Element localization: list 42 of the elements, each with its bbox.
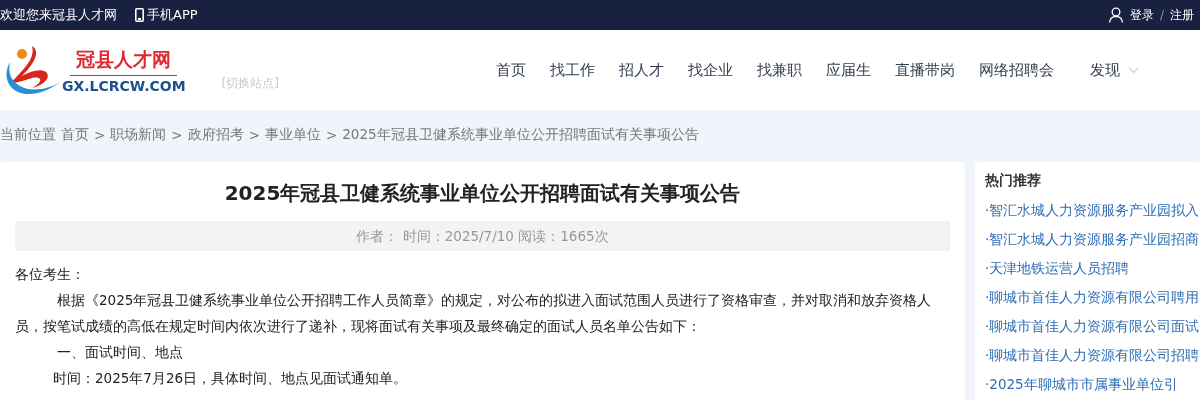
article-paragraph: 各位考生： [15,265,86,284]
breadcrumb-link[interactable]: 职场新闻 [110,126,167,144]
nav-item[interactable]: 找兼职 [745,60,814,80]
nav-item[interactable]: 找工作 [538,60,607,80]
mobile-app-link[interactable]: 手机APP [135,6,198,24]
article-title: 2025年冠县卫健系统事业单位公开招聘面试有关事项公告 [223,180,742,207]
breadcrumb-separator: > [94,127,106,143]
article-paragraph: 根据《2025年冠县卫健系统事业单位公开招聘工作人员简章》的规定，对公布的拟进入面试范围人员进行了资格审查，并对取消和放弃资格人员，按笔试成绩的高低在规定时间内依次进行了递补，现将面试有关事项及最终确定的面试人员名单公告如下： [15,291,933,336]
article-paragraph: 时间：2025年7月26日，具体时间、地点见面试通知单。 [52,369,409,388]
nav-item[interactable]: 首页 [484,60,538,80]
breadcrumb-label: 当前位置 [0,126,56,144]
welcome-text: 欢迎您来冠县人才网 [0,6,117,24]
recommend-link[interactable]: ·2025年聊城市市属事业单位引 [985,370,1200,399]
breadcrumb-link[interactable]: 首页 [61,126,89,144]
recommend-link[interactable]: ·聊城市首佳人力资源有限公司聘用 [985,283,1200,312]
separator-text: / [1159,8,1164,22]
nav-item[interactable]: 应届生 [814,60,883,80]
breadcrumb-separator: > [171,127,183,143]
article-meta: 作者： 时间：2025/7/10 阅读：1665次 [15,221,950,251]
login-link[interactable]: 登录 [1129,6,1154,24]
recommend-link[interactable]: ·聊城市首佳人力资源有限公司招聘 [985,341,1200,370]
logo-domain: GX.LCRCW.COM [62,77,186,94]
recommend-link[interactable]: ·智汇水城人力资源服务产业园招商 [985,225,1200,254]
breadcrumb-separator: > [248,127,260,143]
nav-item[interactable]: 发现 [1078,60,1151,80]
recommend-link[interactable]: ·智汇水城人力资源服务产业园拟入 [985,196,1200,225]
recommend-link[interactable]: ·聊城市首佳人力资源有限公司面试 [985,312,1200,341]
breadcrumb-link[interactable]: 事业单位 [264,126,321,144]
nav-item[interactable]: 招人才 [607,60,676,80]
user-icon [1107,7,1124,23]
nav-item[interactable]: 直播带岗 [883,60,967,80]
logo-title: 冠县人才网 [70,46,178,76]
register-link[interactable]: 注册 [1170,6,1194,24]
article-paragraph: 一、面试时间、地点 [56,343,184,362]
nav-item[interactable]: 找企业 [676,60,745,80]
sidebar-title: 热门推荐 [985,172,1042,190]
breadcrumb-link[interactable]: 政府招考 [187,126,244,144]
breadcrumb-link[interactable]: 2025年冠县卫健系统事业单位公开招聘面试有关事项公告 [342,126,699,144]
recommend-link[interactable]: ·天津地铁运营人员招聘 [985,254,1200,283]
nav-item[interactable]: 网络招聘会 [967,60,1066,80]
phone-icon [135,8,144,22]
breadcrumb-separator: > [325,127,338,143]
